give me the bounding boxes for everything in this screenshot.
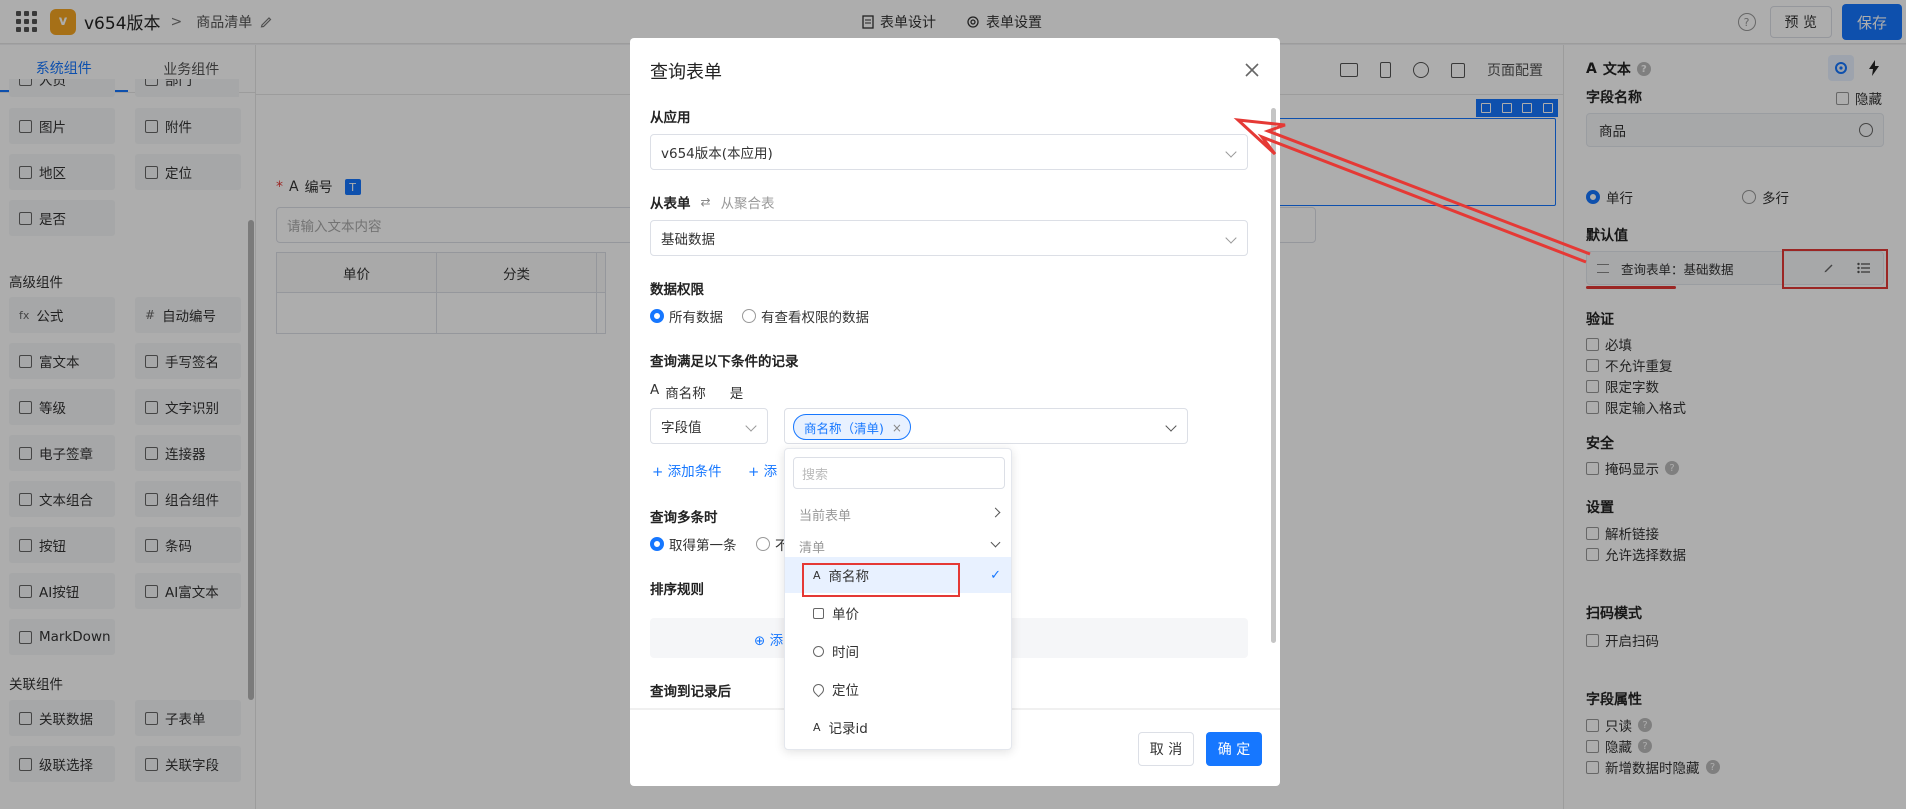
annotation-arrow: [1233, 118, 1591, 264]
